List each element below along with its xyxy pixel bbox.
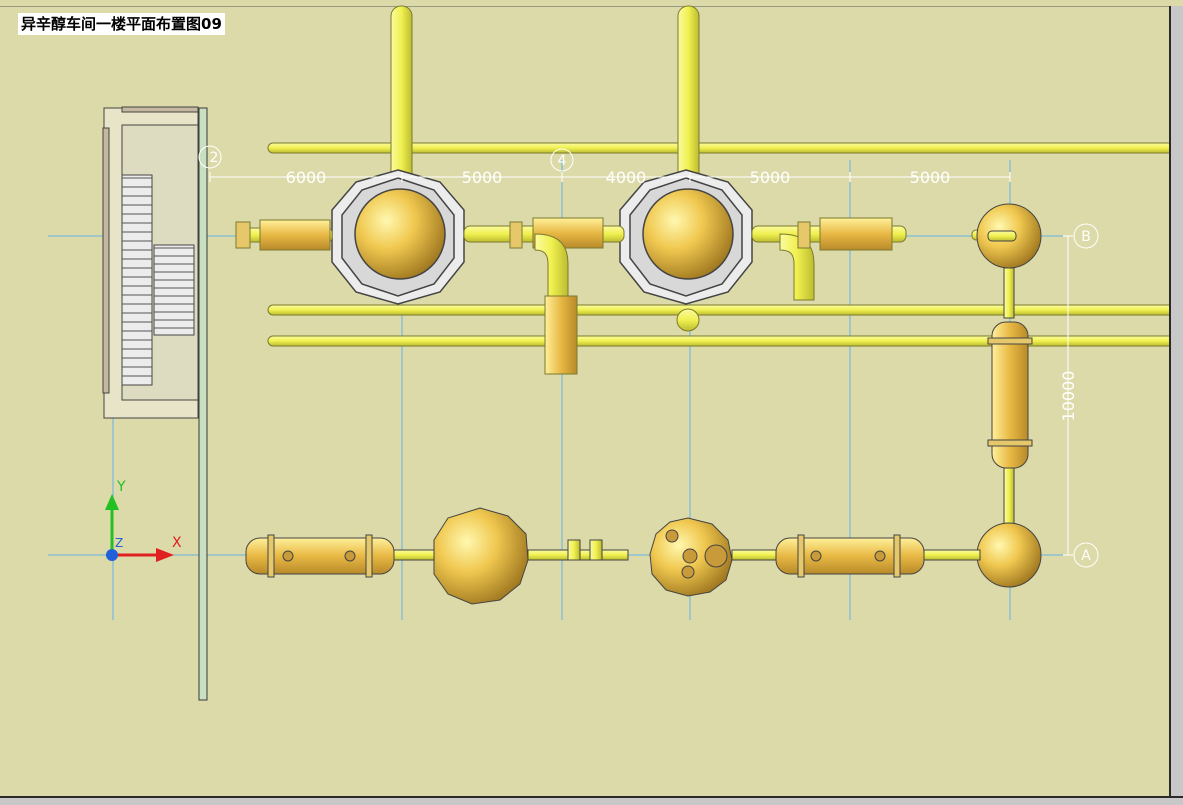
wall-column — [198, 107, 208, 701]
ucs-icon: X Y Z — [105, 479, 182, 562]
pipe-a1 — [393, 549, 435, 561]
viewport-bottom-frame — [0, 796, 1183, 805]
bubble-label-col-4: 4 — [558, 153, 567, 169]
dim-v-label: 10000 — [1059, 371, 1078, 422]
ucs-y-label: Y — [116, 479, 126, 495]
pipe-a2-elbow-1 — [567, 539, 581, 561]
drum-a4-flange-r — [893, 534, 901, 578]
ucs-z-label: Z — [115, 536, 123, 550]
vertical-drum-flange-top — [987, 337, 1033, 345]
ucs-x-label: X — [172, 535, 182, 551]
reactor-a3-port-2 — [682, 548, 698, 564]
sphere-b-nozzle — [987, 230, 1017, 242]
drawing-title: 异辛醇车间一楼平面布置图09 — [18, 13, 225, 35]
wall-strip-top — [121, 106, 199, 113]
pipe-rack-2 — [267, 304, 1169, 316]
pipe-rack-3 — [267, 335, 1169, 347]
ucs-origin — [106, 549, 118, 561]
floor-plan-drawing: 6000 5000 4000 5000 5000 10000 2 4 B A X… — [48, 5, 1169, 701]
sphere-a — [976, 522, 1042, 588]
dim-label-2: 5000 — [462, 168, 503, 187]
row-b-heater-left — [259, 219, 331, 251]
bubble-label-row-b: B — [1081, 229, 1091, 245]
ucs-y-arrowhead — [105, 494, 119, 510]
tank-a2 — [433, 507, 529, 605]
row-b-flange-left — [235, 221, 251, 249]
dim-label-1: 6000 — [286, 168, 327, 187]
pipe-a3 — [731, 549, 779, 561]
bubble-label-row-a: A — [1081, 548, 1091, 564]
row-b-flange-1 — [509, 221, 523, 249]
wall-strip-left — [102, 127, 110, 394]
reactor-2-vessel — [642, 188, 734, 280]
row-b-tee-2 — [819, 217, 893, 251]
dim-label-4: 5000 — [750, 168, 791, 187]
vertical-drum-flange-bottom — [987, 439, 1033, 447]
dim-label-5: 5000 — [910, 168, 951, 187]
reactor-a3-port-4 — [681, 565, 695, 579]
cad-viewport[interactable]: 6000 5000 4000 5000 5000 10000 2 4 B A X… — [0, 0, 1183, 805]
pipe-a4 — [923, 549, 981, 561]
drum-a1-port-1 — [282, 550, 294, 562]
stair-flight-left — [121, 174, 153, 386]
reactor-a3-port-3 — [704, 544, 728, 568]
drum-a4-port-1 — [810, 550, 822, 562]
bubble-label-col-2: 2 — [210, 150, 219, 166]
stair-flight-right — [153, 244, 195, 336]
reactor-a3-port-1 — [665, 529, 679, 543]
drum-a1-flange-l — [267, 534, 275, 578]
drum-a1-flange-r — [365, 534, 373, 578]
column-equipment — [976, 203, 1042, 588]
row-a-equipment — [245, 507, 981, 605]
drum-a4-flange-l — [797, 534, 805, 578]
drum-a1-port-2 — [344, 550, 356, 562]
reactor-1-vessel — [354, 188, 446, 280]
viewport-right-frame — [1169, 6, 1183, 803]
stairwell — [102, 106, 208, 701]
row-b-flange-2 — [797, 221, 811, 249]
link-pipe-lower — [1003, 467, 1015, 525]
drum-a4-port-2 — [874, 550, 886, 562]
pipe-a2-elbow-2 — [589, 539, 603, 561]
row-b-valve — [676, 308, 700, 332]
link-pipe-upper — [1003, 267, 1015, 319]
row-b-drop-1 — [544, 295, 578, 375]
dim-label-3: 4000 — [606, 168, 647, 187]
